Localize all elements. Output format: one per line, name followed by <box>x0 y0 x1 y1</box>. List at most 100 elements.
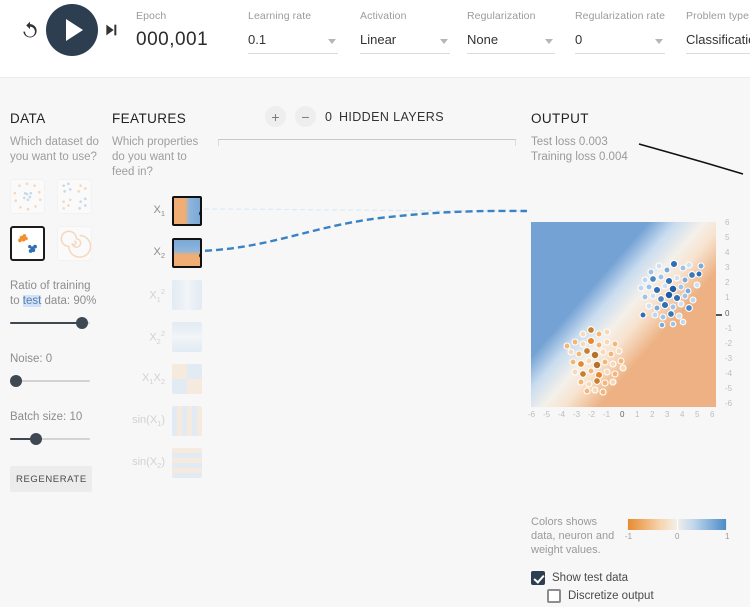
epoch-value: 000,001 <box>136 29 236 51</box>
regenerate-button[interactable]: REGENERATE <box>10 466 92 492</box>
gradient-label-max: 1 <box>725 532 729 541</box>
show-test-data-checkbox[interactable]: Show test data <box>531 571 628 585</box>
noise-label: Noise: 0 <box>10 352 102 367</box>
output-x-axis: -6 -5 -4 -3 -2 -1 0 1 2 3 4 5 6 <box>531 410 716 422</box>
ratio-label-highlight: test <box>23 295 42 307</box>
dataset-selector <box>10 179 92 261</box>
feature-X2-squared-label: X22 <box>149 329 165 346</box>
chevron-down-icon <box>655 39 663 44</box>
ratio-slider-group: Ratio of training to test data: 90% <box>10 279 102 330</box>
feature-sin-X1-swatch[interactable] <box>172 406 202 436</box>
learning-rate-select[interactable]: 0.1 <box>248 31 338 54</box>
regularization-value: None <box>467 32 498 50</box>
batch-value: 10 <box>69 411 82 423</box>
feature-sin-X1[interactable]: sin(X1) <box>112 405 202 437</box>
show-test-data-label: Show test data <box>552 572 628 584</box>
hidden-layers-label: HIDDEN LAYERS <box>339 110 444 124</box>
activation-label: Activation <box>360 10 450 22</box>
x-tick: 3 <box>665 410 669 419</box>
feature-sin-X2-swatch[interactable] <box>172 448 202 478</box>
batch-label: Batch size: 10 <box>10 410 102 425</box>
features-panel-question: Which properties do you want to feed in? <box>112 135 202 180</box>
output-datapoints <box>531 222 716 407</box>
class-orange-points <box>564 327 626 395</box>
regularization-rate-field: Regularization rate 0 <box>575 10 665 54</box>
noise-slider-knob[interactable] <box>10 375 22 387</box>
feature-X2-node <box>199 253 202 258</box>
feature-sin-X1-label: sin(X1) <box>132 414 165 428</box>
feature-X1-squared-label: X12 <box>149 287 165 304</box>
reset-icon[interactable] <box>20 20 40 40</box>
feature-X1X2-swatch[interactable] <box>172 364 202 394</box>
y-tick: 2 <box>725 278 729 287</box>
batch-slider-group: Batch size: 10 <box>10 410 102 446</box>
dataset-gaussian[interactable] <box>10 226 45 261</box>
step-forward-icon[interactable] <box>103 22 119 38</box>
x-tick: 4 <box>680 410 684 419</box>
regularization-rate-label: Regularization rate <box>575 10 665 22</box>
batch-slider-knob[interactable] <box>30 433 42 445</box>
y-tick: -1 <box>725 324 732 333</box>
problem-type-label: Problem type <box>686 10 750 22</box>
y-tick-zero: 0 <box>725 309 729 318</box>
dataset-circle[interactable] <box>10 179 45 214</box>
main-stage: DATA Which dataset do you want to use? <box>0 78 750 513</box>
ratio-slider-knob[interactable] <box>76 317 88 329</box>
output-checkboxes: Show test data Discretize output <box>531 571 750 607</box>
learning-rate-field: Learning rate 0.1 <box>248 10 338 54</box>
activation-select[interactable]: Linear <box>360 31 450 54</box>
color-legend-caption: Colors shows data, neuron and weight val… <box>531 515 616 557</box>
feature-X1X2[interactable]: X1X2 <box>112 363 202 395</box>
x-tick: -3 <box>573 410 580 419</box>
output-panel-title: OUTPUT <box>531 111 750 126</box>
feature-X2[interactable]: X2 <box>112 237 202 269</box>
problem-type-select[interactable]: Classification <box>686 31 750 54</box>
feature-X2-swatch[interactable] <box>172 238 202 268</box>
ratio-slider[interactable] <box>10 316 90 330</box>
problem-type-value: Classification <box>686 32 750 50</box>
x-tick: -5 <box>543 410 550 419</box>
class-blue-points <box>638 260 704 327</box>
regularization-rate-select[interactable]: 0 <box>575 31 665 54</box>
x-tick: -2 <box>588 410 595 419</box>
y-tick: 3 <box>725 263 729 272</box>
feature-sin-X2-label: sin(X2) <box>132 456 165 470</box>
feature-X1[interactable]: X1 <box>112 195 202 227</box>
regularization-select[interactable]: None <box>467 31 555 54</box>
checkbox-checked-icon <box>531 571 545 585</box>
feature-X2-squared[interactable]: X22 <box>112 321 202 353</box>
dataset-spiral[interactable] <box>57 226 92 261</box>
gradient-label-mid: 0 <box>675 532 679 541</box>
batch-slider[interactable] <box>10 432 90 446</box>
feature-X1-squared-swatch[interactable] <box>172 280 202 310</box>
discretize-output-checkbox[interactable]: Discretize output <box>547 589 654 603</box>
checkbox-unchecked-icon <box>547 589 561 603</box>
x-tick: 2 <box>650 410 654 419</box>
output-heatmap[interactable] <box>531 222 716 407</box>
x-tick: 5 <box>695 410 699 419</box>
feature-X2-squared-swatch[interactable] <box>172 322 202 352</box>
ratio-track-fill <box>10 322 82 324</box>
gradient-label-min: -1 <box>625 532 632 541</box>
app-header: Epoch 000,001 Learning rate 0.1 Activati… <box>0 0 750 78</box>
activation-field: Activation Linear <box>360 10 450 54</box>
dataset-xor[interactable] <box>57 179 92 214</box>
play-button[interactable] <box>46 4 98 56</box>
noise-slider[interactable] <box>10 374 90 388</box>
data-panel-title: DATA <box>10 111 102 126</box>
feature-X1-swatch[interactable] <box>172 196 202 226</box>
output-panel: OUTPUT Test loss 0.003 Training loss 0.0… <box>531 111 750 165</box>
learning-rate-value: 0.1 <box>248 32 266 50</box>
data-panel-question: Which dataset do you want to use? <box>10 135 102 165</box>
feature-X1-squared[interactable]: X12 <box>112 279 202 311</box>
remove-layer-button[interactable]: − <box>295 106 316 127</box>
feature-sin-X2[interactable]: sin(X2) <box>112 447 202 479</box>
x-tick: -1 <box>603 410 610 419</box>
hidden-layers-count: 0 <box>325 110 332 124</box>
add-layer-button[interactable]: + <box>265 106 286 127</box>
y-tick: 1 <box>725 293 729 302</box>
y-tick: -2 <box>725 339 732 348</box>
loss-curve-chart <box>631 136 750 181</box>
y-tick: -6 <box>725 399 732 408</box>
noise-label-text: Noise: <box>10 353 46 365</box>
